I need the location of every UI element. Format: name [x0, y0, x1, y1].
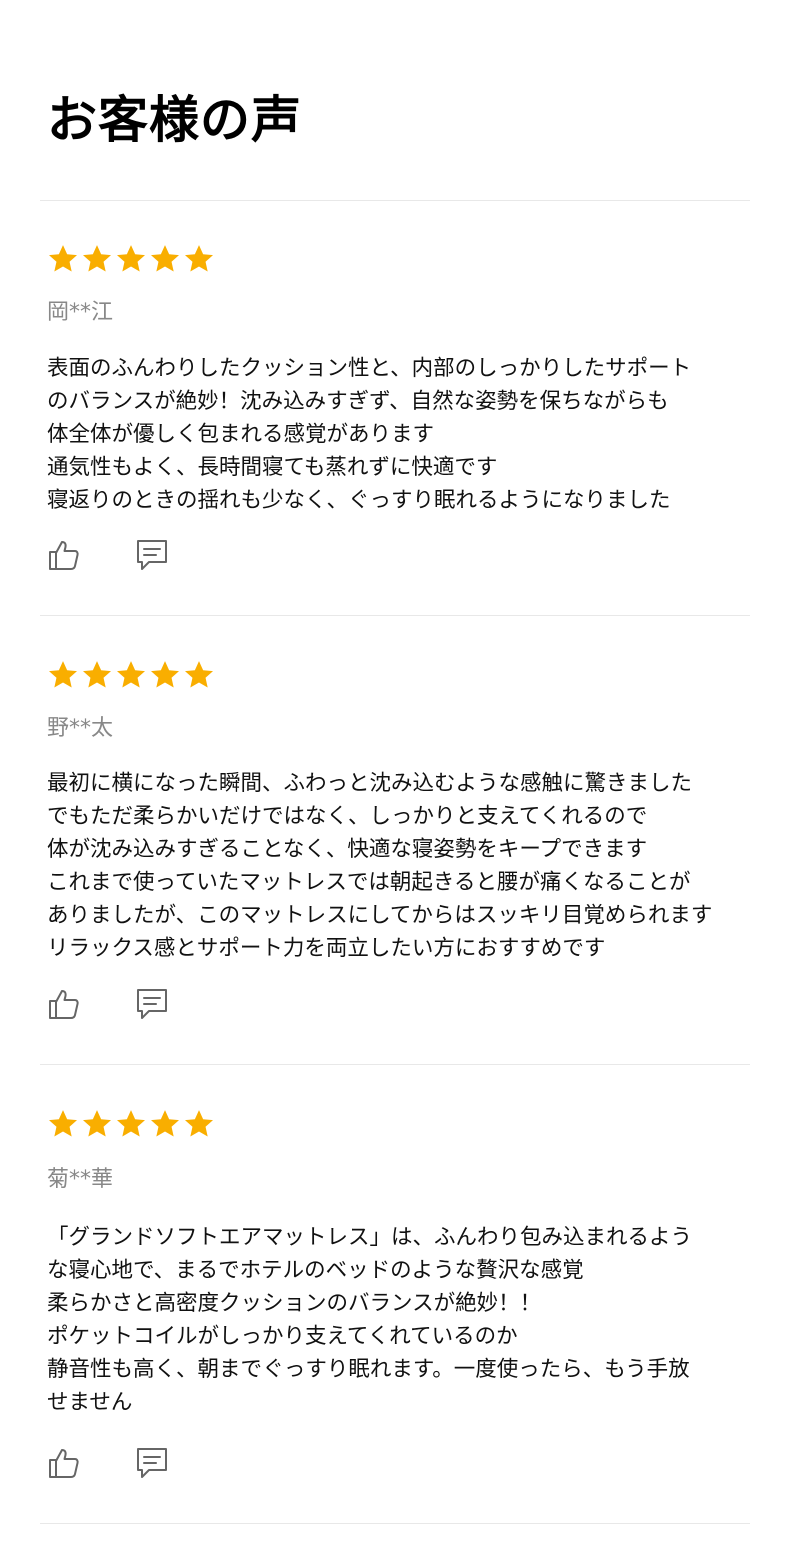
- star-icon: [185, 661, 213, 688]
- thumbs-up-icon: [49, 541, 79, 570]
- star-icon: [117, 1110, 145, 1137]
- review-line: これまで使っていたマットレスでは朝起きると腰が痛くなることが: [47, 870, 691, 895]
- like-button[interactable]: [47, 538, 81, 572]
- thumbs-up-icon: [49, 990, 79, 1019]
- review-line: ポケットコイルがしっかり支えてくれているのか: [47, 1324, 518, 1349]
- star-icon: [117, 245, 145, 272]
- review-line: ありましたが、このマットレスにしてからはスッキリ目覚められます: [47, 903, 713, 928]
- like-button[interactable]: [47, 987, 81, 1021]
- star-icon: [151, 661, 179, 688]
- reviewer-name: 菊**華: [47, 1167, 114, 1192]
- review-line: 表面のふんわりしたクッション性と、内部のしっかりしたサポート: [47, 356, 692, 381]
- comment-button[interactable]: [135, 538, 169, 572]
- star-icon: [83, 1110, 111, 1137]
- review-line: 寝返りのときの揺れも少なく、ぐっすり眠れるようになりました: [47, 488, 671, 513]
- star-icon: [49, 1110, 77, 1137]
- review-line: 静音性も高く、朝までぐっすり眠れます。一度使ったら、もう手放: [47, 1357, 690, 1382]
- star-icon: [49, 661, 77, 688]
- review-line: 柔らかさと高密度クッションのバランスが絶妙！！: [47, 1291, 542, 1316]
- divider: [40, 615, 750, 616]
- divider: [40, 200, 750, 201]
- reviewer-name: 岡**江: [47, 300, 114, 325]
- divider: [40, 1064, 750, 1065]
- comment-icon: [137, 989, 167, 1019]
- comment-icon: [137, 540, 167, 570]
- star-icon: [185, 245, 213, 272]
- star-rating: [47, 659, 215, 691]
- star-icon: [151, 1110, 179, 1137]
- comment-button[interactable]: [135, 1446, 169, 1480]
- review-line: 通気性もよく、長時間寝ても蒸れずに快適です: [47, 455, 498, 480]
- star-rating: [47, 243, 215, 275]
- review-line: せません: [47, 1390, 133, 1415]
- thumbs-up-icon: [49, 1449, 79, 1478]
- like-button[interactable]: [47, 1446, 81, 1480]
- review-text: 「グランドソフトエアマットレス」は、ふんわり包み込まれるよう な寝心地で、まるで…: [47, 1221, 747, 1419]
- review-card: 岡**江 表面のふんわりしたクッション性と、内部のしっかりしたサポート のバラン…: [47, 243, 747, 583]
- review-line: 最初に横になった瞬間、ふわっと沈み込むような感触に驚きました: [47, 771, 693, 796]
- review-actions: [47, 538, 187, 572]
- review-card: 菊**華 「グランドソフトエアマットレス」は、ふんわり包み込まれるよう な寝心地…: [47, 1108, 747, 1498]
- star-icon: [151, 245, 179, 272]
- star-icon: [49, 245, 77, 272]
- review-card: 野**太 最初に横になった瞬間、ふわっと沈み込むような感触に驚きました でもただ…: [47, 659, 747, 1039]
- divider: [40, 1523, 750, 1524]
- review-text: 最初に横になった瞬間、ふわっと沈み込むような感触に驚きました でもただ柔らかいだ…: [47, 767, 747, 965]
- comment-button[interactable]: [135, 987, 169, 1021]
- review-line: でもただ柔らかいだけではなく、しっかりと支えてくれるので: [47, 804, 648, 829]
- review-line: 体が沈み込みすぎることなく、快適な寝姿勢をキープできます: [47, 837, 648, 862]
- review-actions: [47, 1446, 187, 1480]
- reviews-page: お客様の声 岡**江 表面のふんわりしたクッション性と、内部のしっかりしたサポー…: [0, 0, 790, 1542]
- review-line: 体全体が優しく包まれる感覚があります: [47, 422, 435, 447]
- star-icon: [117, 661, 145, 688]
- review-line: のバランスが絶妙！沈み込みすぎず、自然な姿勢を保ちながらも: [47, 389, 669, 414]
- star-rating: [47, 1108, 215, 1140]
- review-line: な寝心地で、まるでホテルのベッドのような贅沢な感覚: [47, 1258, 584, 1283]
- comment-icon: [137, 1448, 167, 1478]
- review-line: リラックス感とサポート力を両立したい方におすすめです: [47, 936, 606, 961]
- reviewer-name: 野**太: [47, 716, 114, 741]
- star-icon: [83, 661, 111, 688]
- review-actions: [47, 987, 187, 1021]
- star-icon: [185, 1110, 213, 1137]
- page-title: お客様の声: [47, 91, 302, 149]
- review-line: 「グランドソフトエアマットレス」は、ふんわり包み込まれるよう: [47, 1225, 693, 1250]
- review-text: 表面のふんわりしたクッション性と、内部のしっかりしたサポート のバランスが絶妙！…: [47, 352, 747, 517]
- star-icon: [83, 245, 111, 272]
